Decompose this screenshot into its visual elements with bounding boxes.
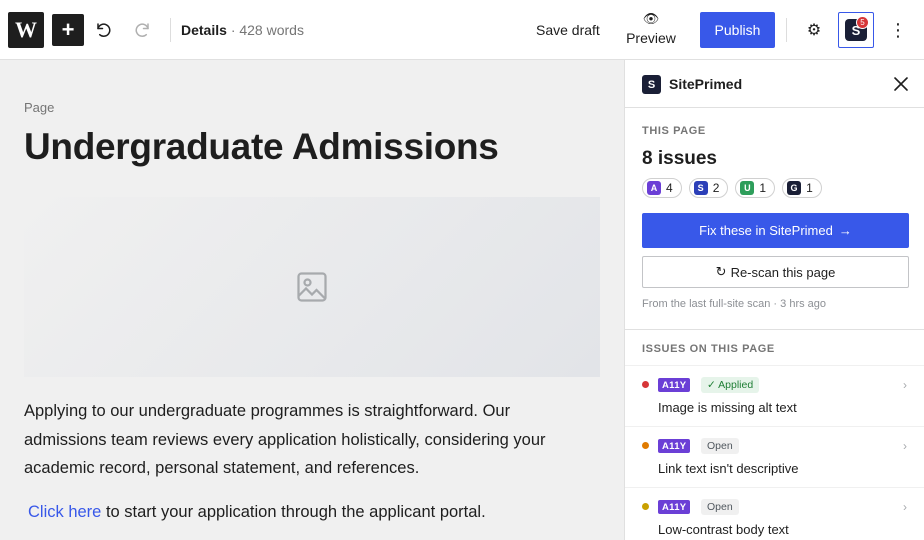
- editor-canvas: Page Undergraduate Admissions Applying t…: [0, 60, 624, 540]
- rescan-button-label: Re-scan this page: [730, 264, 836, 280]
- issues-on-page-label: ISSUES ON THIS PAGE: [642, 343, 775, 355]
- post-type-label: Page: [24, 100, 55, 115]
- chip-general[interactable]: G 1: [782, 178, 822, 198]
- image-placeholder-icon: [297, 272, 327, 302]
- issue-category-chips: A 4 S 2 U 1 G 1: [642, 178, 822, 198]
- rescan-page-button[interactable]: ↻ Re-scan this page: [642, 256, 909, 288]
- notification-badge: 5: [856, 16, 869, 29]
- siteprimed-plugin-button[interactable]: S 5: [838, 12, 874, 48]
- redo-icon: [135, 23, 149, 37]
- general-icon: G: [787, 181, 802, 195]
- preview-label: Preview: [626, 30, 676, 46]
- close-icon: [894, 77, 908, 91]
- siteprimed-sidebar: S SitePrimed THIS PAGE 8 issues A 4 S 2 …: [624, 60, 924, 540]
- fix-button-label: Fix these in SitePrimed: [699, 223, 833, 238]
- paragraph-block[interactable]: Click here to start your application thr…: [28, 501, 486, 523]
- paragraph-block[interactable]: Applying to our undergraduate programmes…: [24, 397, 584, 483]
- toolbar-divider: [170, 18, 171, 42]
- save-draft-button[interactable]: Save draft: [522, 14, 614, 46]
- issue-item[interactable]: A11Y ✓ Applied Image is missing alt text…: [625, 365, 924, 426]
- issue-title: Low-contrast body text: [658, 522, 789, 537]
- arrow-right-icon: →: [838, 223, 852, 238]
- redo-button[interactable]: [130, 18, 154, 42]
- chevron-right-icon: ›: [903, 439, 907, 453]
- usability-icon: U: [740, 181, 755, 195]
- chip-count: 1: [806, 181, 813, 195]
- accessibility-icon: A: [647, 181, 661, 195]
- issue-title: Link text isn't descriptive: [658, 461, 799, 476]
- portal-link[interactable]: Click here: [28, 503, 101, 521]
- seo-icon: S: [693, 181, 708, 195]
- editor-toolbar: W + Details · 428 words Save draft 👁 Pre…: [0, 0, 924, 60]
- issue-category-tag: A11Y: [658, 378, 691, 392]
- section-divider: [625, 329, 924, 330]
- undo-icon: [97, 23, 111, 37]
- chip-accessibility[interactable]: A 4: [642, 178, 682, 198]
- severity-dot: [642, 381, 649, 388]
- sidebar-title: SitePrimed: [669, 76, 743, 92]
- eye-icon: 👁: [642, 11, 660, 26]
- gear-icon: ⚙: [806, 22, 822, 39]
- image-block[interactable]: [24, 197, 600, 377]
- chevron-right-icon: ›: [903, 378, 907, 392]
- issue-title: Image is missing alt text: [658, 400, 797, 415]
- undo-button[interactable]: [92, 18, 116, 42]
- this-page-label: THIS PAGE: [642, 125, 706, 137]
- add-block-button[interactable]: +: [52, 14, 84, 46]
- severity-dot: [642, 442, 649, 449]
- scan-timestamp: From the last full-site scan · 3 hrs ago: [642, 298, 827, 310]
- chip-count: 2: [712, 181, 720, 195]
- chevron-right-icon: ›: [903, 500, 907, 514]
- siteprimed-logo: S: [642, 75, 661, 94]
- severity-dot: [642, 503, 649, 510]
- publish-button[interactable]: Publish: [700, 12, 775, 48]
- issue-status-badge: ✓ Applied: [701, 377, 760, 393]
- wordpress-logo[interactable]: W: [8, 12, 44, 48]
- preview-button[interactable]: 👁 Preview: [616, 10, 686, 50]
- issue-category-tag: A11Y: [658, 500, 691, 514]
- toolbar-divider: [786, 18, 787, 42]
- close-sidebar-button[interactable]: [891, 74, 911, 94]
- issue-item[interactable]: A11Y Open Link text isn't descriptive ›: [625, 426, 924, 487]
- sidebar-header: S SitePrimed: [625, 60, 924, 108]
- chip-usability[interactable]: U 1: [735, 178, 776, 198]
- document-details[interactable]: Details · 428 words: [181, 22, 304, 38]
- issue-status-badge: Open: [701, 499, 739, 515]
- chip-count: 1: [759, 181, 767, 195]
- refresh-icon: ↻: [715, 264, 727, 279]
- issue-status-badge: Open: [701, 438, 739, 454]
- chip-count: 4: [666, 181, 673, 195]
- issue-item[interactable]: A11Y Open Low-contrast body text ›: [625, 487, 924, 540]
- issue-category-tag: A11Y: [658, 439, 691, 453]
- page-title[interactable]: Undergraduate Admissions: [24, 126, 499, 168]
- document-details-label: Details: [181, 22, 227, 38]
- fix-in-siteprimed-button[interactable]: Fix these in SitePrimed →: [642, 213, 909, 248]
- paragraph-text: to start your application through the ap…: [101, 503, 486, 521]
- word-count: · 428 words: [230, 22, 304, 38]
- issues-count: 8 issues: [642, 148, 717, 169]
- chip-seo[interactable]: S 2: [688, 178, 729, 198]
- settings-button[interactable]: ⚙: [802, 18, 826, 42]
- options-button[interactable]: ⋮: [888, 18, 908, 42]
- more-vertical-icon: ⋮: [889, 19, 907, 40]
